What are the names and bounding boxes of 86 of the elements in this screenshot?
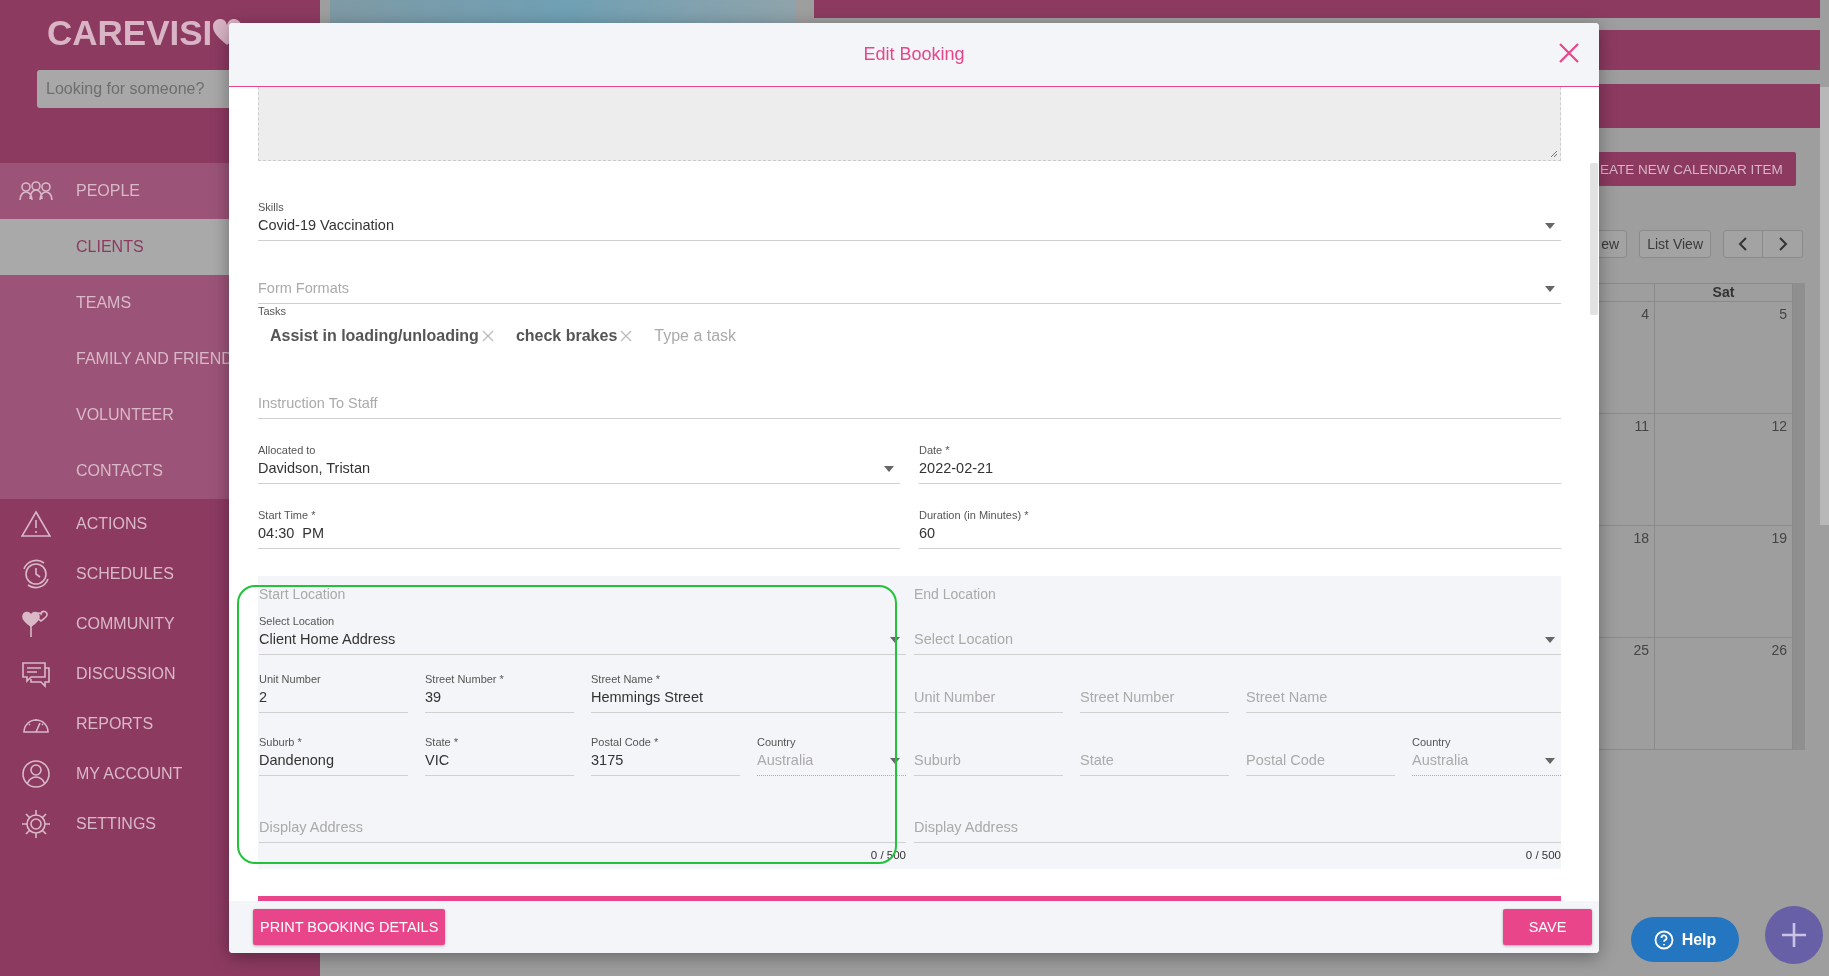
caret-icon <box>890 758 900 764</box>
user-circle-icon <box>21 759 51 789</box>
text-field[interactable]: Street Name <box>1246 686 1561 713</box>
people-icon <box>19 180 53 202</box>
text-field[interactable]: 2022-02-21 <box>919 457 1561 484</box>
create-button[interactable]: EATE NEW CALENDAR ITEM <box>1598 152 1796 186</box>
field-label: Unit Number <box>259 673 321 685</box>
day-number: 25 <box>1633 642 1649 658</box>
task-input[interactable]: Type a task <box>654 324 1561 348</box>
text-field[interactable]: Suburb <box>914 749 1063 776</box>
field-label: Tasks <box>258 305 287 317</box>
day-number: 5 <box>1779 306 1787 322</box>
close-icon <box>1559 43 1579 63</box>
dialog-title: Edit Booking <box>863 44 965 65</box>
text-field[interactable]: Dandenong <box>259 749 408 776</box>
caret-icon <box>1545 758 1555 764</box>
select-field[interactable]: Select Location <box>914 628 1561 655</box>
character-counter: 0 / 500 <box>1525 848 1561 863</box>
remove-icon <box>481 330 494 342</box>
text-field[interactable]: State <box>1080 749 1229 776</box>
resize-handle-icon <box>1550 150 1558 158</box>
text-field[interactable]: 3175 <box>591 749 740 776</box>
field-label: Start Time * <box>258 509 316 521</box>
logo-text: CAREVISI <box>47 13 213 53</box>
plus-icon <box>1781 922 1807 948</box>
clock-icon <box>21 559 51 589</box>
field-label: Country <box>757 736 796 748</box>
field-label: Duration (in Minutes) * <box>919 509 1029 521</box>
next-button[interactable] <box>1763 230 1803 258</box>
task-tag[interactable]: Assist in loading/unloading <box>270 327 494 345</box>
text-field[interactable]: Instruction To Staff <box>258 392 1561 419</box>
field-label: Street Number * <box>425 673 504 685</box>
print-button[interactable]: PRINT BOOKING DETAILS <box>253 909 446 945</box>
chat-icon <box>21 660 51 688</box>
section-title: Start Location <box>259 585 347 604</box>
caret-icon <box>1545 637 1555 643</box>
previous-button[interactable] <box>1723 230 1763 258</box>
select-field[interactable]: Form Formats <box>258 277 1561 304</box>
select-field[interactable]: Davidson, Tristan <box>258 457 900 484</box>
remove-icon <box>620 330 633 342</box>
select-field[interactable]: Client Home Address <box>259 628 906 655</box>
text-field[interactable]: 2 <box>259 686 408 713</box>
field-label: Postal Code * <box>591 736 659 748</box>
warning-icon <box>21 510 51 538</box>
settings-icon <box>21 809 51 839</box>
text-field[interactable]: VIC <box>425 749 574 776</box>
text-field[interactable]: 39 <box>425 686 574 713</box>
caret-icon <box>1545 223 1555 229</box>
day-number: 4 <box>1641 306 1649 322</box>
task-tag[interactable]: check brakes <box>515 327 633 345</box>
help-button[interactable]: Help <box>1631 917 1739 962</box>
day-number: 26 <box>1771 642 1787 658</box>
day-number: 12 <box>1771 418 1787 434</box>
caret-icon <box>890 637 900 643</box>
field-label: Skills <box>258 201 284 213</box>
day-number: 18 <box>1633 530 1649 546</box>
field-label: Select Location <box>259 615 335 627</box>
caret-icon <box>1545 286 1555 292</box>
select-field[interactable]: Covid-19 Vaccination <box>258 214 1561 241</box>
text-field[interactable]: Hemmings Street <box>591 686 906 713</box>
hearts-icon <box>21 609 51 639</box>
text-field[interactable]: Street Number <box>1080 686 1229 713</box>
caret-icon <box>884 466 894 472</box>
day-header: Sat <box>1655 283 1793 302</box>
chevron-right-icon <box>1777 237 1788 251</box>
add-button[interactable] <box>1765 906 1823 964</box>
text-field[interactable]: 04:30 PM <box>258 522 900 549</box>
section-title: End Location <box>914 585 997 604</box>
field-label: State * <box>425 736 459 748</box>
close-button[interactable] <box>1559 43 1581 65</box>
chevron-left-icon <box>1738 237 1748 251</box>
text-field[interactable]: Unit Number <box>914 686 1063 713</box>
field-label: Country <box>1412 736 1451 748</box>
field-label: Street Name * <box>591 673 661 685</box>
question-circle-icon <box>1653 929 1674 950</box>
text-field[interactable]: Postal Code <box>1246 749 1395 776</box>
text-field[interactable]: 60 <box>919 522 1561 549</box>
day-number: 11 <box>1634 418 1649 434</box>
field-label: Allocated to <box>258 444 316 456</box>
field-label: Suburb * <box>259 736 302 748</box>
text-field[interactable]: Display Address <box>914 816 1561 843</box>
text-field[interactable]: Display Address <box>259 816 906 843</box>
view-button[interactable]: List View <box>1639 230 1711 258</box>
day-number: 19 <box>1771 530 1787 546</box>
field-label: Date * <box>919 444 950 456</box>
save-button[interactable]: SAVE <box>1503 909 1592 945</box>
